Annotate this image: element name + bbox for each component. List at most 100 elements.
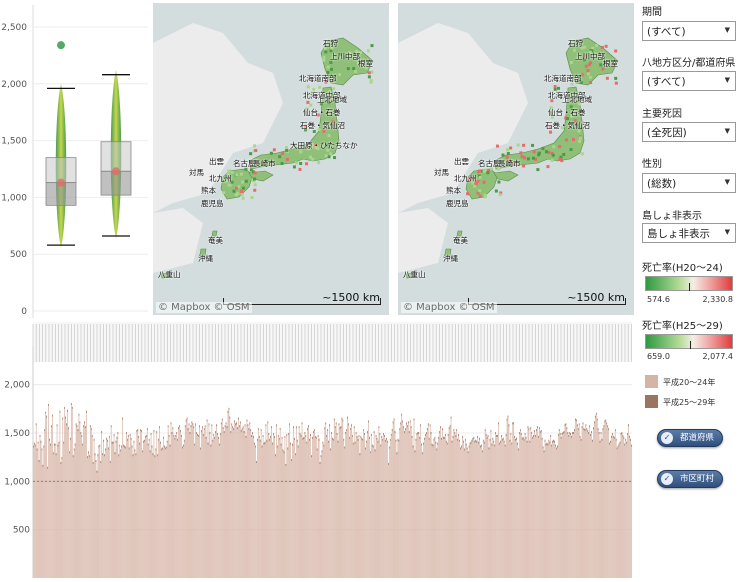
bar-h25-29 xyxy=(576,424,578,427)
municipality-cell xyxy=(497,180,501,184)
bar-h20-24 xyxy=(269,438,271,578)
bar-h20-24 xyxy=(300,434,302,578)
bar-h25-29 xyxy=(102,453,103,456)
bar-h25-29 xyxy=(572,432,573,435)
bar-h20-24 xyxy=(461,445,462,578)
period-select[interactable]: (すべて) ▼ xyxy=(642,21,736,41)
bar-h20-24 xyxy=(480,445,481,578)
y-tick-label: 1,500 xyxy=(1,137,27,147)
bar-h20-24 xyxy=(489,438,491,578)
bar-h20-24 xyxy=(275,454,276,578)
bar-h25-29 xyxy=(514,435,515,438)
check-icon: ✓ xyxy=(661,432,673,444)
bar-h25-29 xyxy=(173,434,175,437)
bar-h20-24 xyxy=(150,433,152,578)
bar-h20-24 xyxy=(343,438,345,578)
region-select[interactable]: (すべて) ▼ xyxy=(642,71,736,91)
bar-h20-24 xyxy=(403,426,404,578)
bar-h20-24 xyxy=(555,444,556,578)
bar-h25-29 xyxy=(243,431,245,434)
bar-h20-24 xyxy=(482,439,484,578)
map-label: 北九州 xyxy=(454,174,477,183)
cause-select[interactable]: (全死因) ▼ xyxy=(642,122,736,142)
bar-h20-24 xyxy=(156,431,158,578)
bar-h20-24 xyxy=(307,428,309,578)
bar-h20-24 xyxy=(238,417,239,578)
bar-h25-29 xyxy=(411,435,413,438)
map-credit[interactable]: © Mapbox © OSM xyxy=(156,302,252,313)
bar-h20-24 xyxy=(171,432,173,578)
scale-label: ~1500 km xyxy=(567,291,625,304)
bar-h20-24 xyxy=(276,445,278,578)
bar-h20-24 xyxy=(273,433,274,578)
bar-h25-29 xyxy=(143,440,144,443)
bar-h20-24 xyxy=(127,434,129,578)
bar-h25-29 xyxy=(190,425,192,428)
bar-h20-24 xyxy=(206,419,208,578)
bar-h25-29 xyxy=(346,429,347,432)
bar-h25-29 xyxy=(526,440,528,443)
bar-h25-29 xyxy=(275,454,276,457)
bar-h25-29 xyxy=(593,427,594,430)
bar-h20-24 xyxy=(388,446,390,578)
sex-select[interactable]: (総数) ▼ xyxy=(642,173,736,193)
municipality-cell xyxy=(532,150,536,154)
bar-h25-29 xyxy=(398,439,400,442)
map-credit[interactable]: © Mapbox © OSM xyxy=(401,302,497,313)
bar-h20-24 xyxy=(586,428,588,578)
bar-h20-24 xyxy=(321,450,323,578)
island-select[interactable]: 島しょ非表示 ▼ xyxy=(642,223,736,243)
bar-h20-24 xyxy=(524,433,526,578)
bar-h20-24 xyxy=(182,446,183,578)
bar-h25-29 xyxy=(571,435,572,438)
mortality-map-h20-24[interactable]: 石狩 上川中部 根室 北海道南部 北海道中部 上北地域 仙台・石巻 石巻・気仙沼… xyxy=(153,3,389,315)
bar-h25-29 xyxy=(470,441,472,444)
bar-h25-29 xyxy=(92,462,94,464)
bar-h25-29 xyxy=(343,438,345,441)
bar-h20-24 xyxy=(439,431,440,578)
bar-h20-24 xyxy=(142,450,143,578)
bar-h25-29 xyxy=(193,426,195,429)
bar-h20-24 xyxy=(94,453,96,578)
bar-h25-29 xyxy=(108,435,110,438)
bar-h20-24 xyxy=(491,443,493,578)
bar-h20-24 xyxy=(495,432,497,578)
prefecture-button[interactable]: ✓ 都道府県 xyxy=(657,429,723,447)
bar-h25-29 xyxy=(158,438,160,441)
bar-h25-29 xyxy=(179,425,180,428)
municipality-button[interactable]: ✓ 市区町村 xyxy=(657,470,723,488)
bar-h25-29 xyxy=(283,451,285,454)
bar-h20-24 xyxy=(556,447,557,578)
bar-h20-24 xyxy=(137,429,139,578)
municipality-bar-chart[interactable]: 500 1,000 1,500 2,000 xyxy=(0,322,636,582)
bar-h25-29 xyxy=(560,436,562,439)
bar-chart-svg[interactable]: 500 1,000 1,500 2,000 xyxy=(0,322,636,582)
bar-h20-24 xyxy=(118,454,120,578)
bar-h25-29 xyxy=(564,424,566,427)
bar-h20-24 xyxy=(309,438,310,578)
bar-h25-29 xyxy=(575,419,577,422)
bar-h20-24 xyxy=(550,434,552,578)
bar-h25-29 xyxy=(482,439,484,442)
bar-h20-24 xyxy=(170,422,172,578)
bar-h25-29 xyxy=(353,426,355,429)
municipality-cell xyxy=(272,148,276,152)
bar-h25-29 xyxy=(484,429,486,432)
bar-h25-29 xyxy=(35,423,37,426)
bar-h25-29 xyxy=(442,428,443,431)
bar-h20-24 xyxy=(69,451,70,578)
mortality-map-h25-29[interactable]: 石狩 上川中部 根室 北海道南部 北海道中部 上北地域 仙台・石巻 石巻・気仙沼… xyxy=(398,3,634,315)
bar-h25-29 xyxy=(269,438,271,441)
bar-h25-29 xyxy=(126,438,128,441)
dropdown-caret-icon: ▼ xyxy=(724,228,730,236)
bar-h25-29 xyxy=(519,429,521,432)
bar-h20-24 xyxy=(500,434,502,578)
bar-h25-29 xyxy=(80,432,82,435)
bar-h20-24 xyxy=(66,423,67,578)
bar-h25-29 xyxy=(421,443,422,446)
bar-h25-29 xyxy=(494,444,496,447)
bar-h25-29 xyxy=(463,448,465,451)
bar-h20-24 xyxy=(470,441,472,578)
bar-h20-24 xyxy=(265,424,267,578)
bar-h25-29 xyxy=(184,425,186,428)
